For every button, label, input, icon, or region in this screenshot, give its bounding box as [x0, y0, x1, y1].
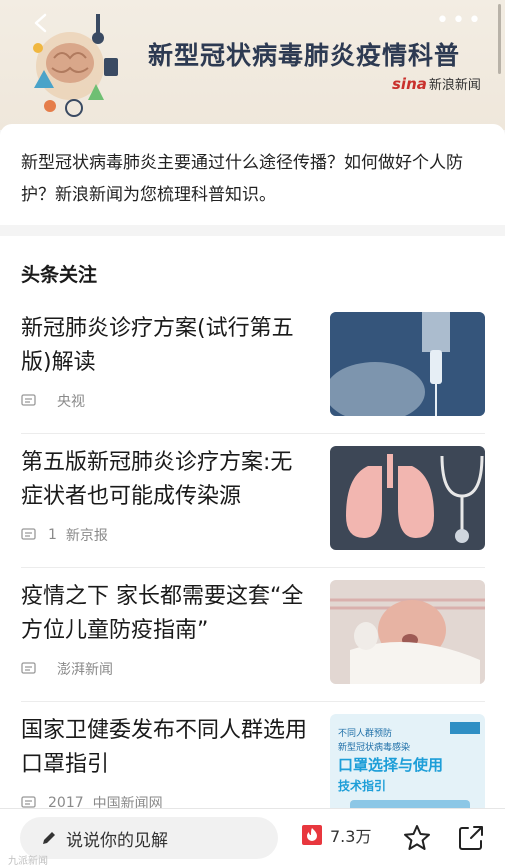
hot-button[interactable]: 7.3万	[300, 823, 371, 847]
flame-icon	[302, 825, 322, 845]
comment-count: 1	[48, 527, 57, 543]
list-item[interactable]: 第五版新冠肺炎诊疗方案:无症状者也可能成传染源 1 新京报	[0, 434, 505, 568]
item-title[interactable]: 新冠肺炎诊疗方案(试行第五版)解读	[21, 312, 311, 380]
item-source: 新京报	[65, 528, 108, 544]
list-item[interactable]: 疫情之下 家长都需要这套“全方位儿童防疫指南” 澎湃新闻	[0, 568, 505, 702]
poster-line2: 新型冠状病毒感染	[338, 741, 410, 753]
bottom-action-bar: 说说你的见解 7.3万	[0, 808, 505, 868]
back-icon[interactable]	[30, 12, 52, 34]
pen-icon	[43, 832, 55, 844]
poster-line4: 技术指引	[338, 778, 386, 793]
more-options-icon[interactable]: •••	[436, 10, 484, 32]
logo-sub: 新浪新闻	[428, 78, 481, 93]
item-title[interactable]: 疫情之下 家长都需要这套“全方位儿童防疫指南”	[21, 580, 311, 648]
poster-line3: 口罩选择与使用	[338, 756, 443, 774]
comment-icon	[21, 528, 36, 540]
item-meta: 澎湃新闻	[21, 659, 113, 679]
item-title[interactable]: 国家卫健委发布不同人群选用口罩指引	[21, 714, 311, 782]
sina-news-logo: sina 新浪新闻	[392, 74, 481, 93]
news-feed: 头条关注 新冠肺炎诊疗方案(试行第五版)解读 央视 第五版新冠肺炎诊疗方案:无症…	[0, 236, 505, 868]
lungs-stethoscope-image[interactable]	[330, 446, 485, 550]
mask-guide-poster[interactable]: 不同人群预防 新型冠状病毒感染 口罩选择与使用 技术指引	[330, 714, 485, 818]
item-meta: 1 新京报	[21, 525, 108, 545]
item-title[interactable]: 第五版新冠肺炎诊疗方案:无症状者也可能成传染源	[21, 446, 311, 514]
section-title: 头条关注	[21, 264, 98, 286]
item-source: 央视	[57, 394, 85, 410]
newborn-baby-image[interactable]	[330, 580, 485, 684]
list-item[interactable]: 新冠肺炎诊疗方案(试行第五版)解读 央视	[0, 300, 505, 434]
item-meta: 央视	[21, 391, 85, 411]
hot-count: 7.3万	[330, 827, 372, 846]
header-banner: 新型冠状病毒肺炎疫情科普 sina 新浪新闻 •••	[0, 0, 505, 130]
logo-brand: sina	[392, 75, 427, 93]
iv-drip-image[interactable]	[330, 312, 485, 416]
scrollbar[interactable]	[498, 4, 501, 74]
poster-line1: 不同人群预防	[338, 727, 392, 739]
banner-title: 新型冠状病毒肺炎疫情科普	[148, 41, 461, 70]
item-source: 澎湃新闻	[57, 662, 113, 678]
favorite-star-icon[interactable]	[402, 823, 432, 853]
comment-icon	[21, 394, 36, 406]
intro-text: 新型冠状病毒肺炎主要通过什么途径传播？如何做好个人防护？新浪新闻为您梳理科普知识…	[0, 124, 505, 225]
comment-placeholder: 说说你的见解	[66, 830, 168, 851]
watermark: 九派新闻	[8, 856, 48, 867]
comment-icon	[21, 662, 36, 674]
comment-input[interactable]: 说说你的见解	[20, 817, 278, 859]
share-icon[interactable]	[456, 823, 486, 853]
